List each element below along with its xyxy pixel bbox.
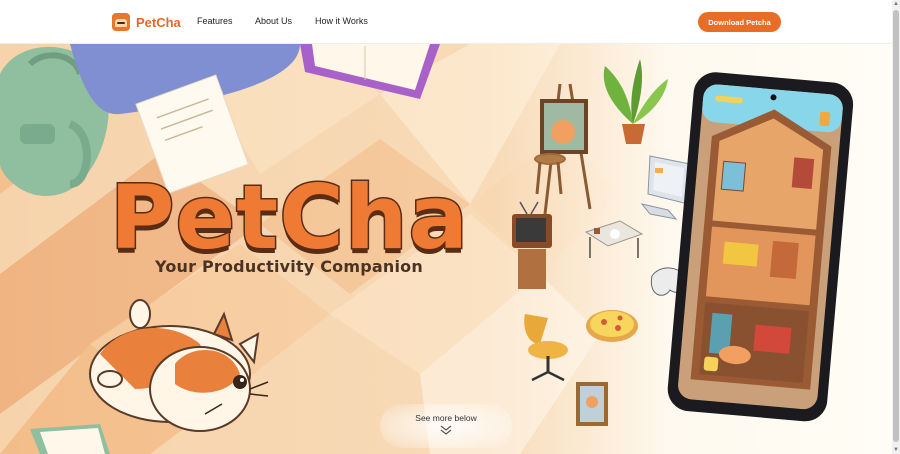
nav-link-how-it-works[interactable]: How it Works	[315, 16, 368, 26]
scroll-up-arrow-icon[interactable]: ▲	[893, 1, 899, 7]
phone-mockup	[667, 72, 854, 422]
scroll-down-arrow-icon[interactable]: ▼	[893, 447, 899, 453]
brand-name: PetCha	[136, 14, 181, 30]
download-petcha-button[interactable]: Download Petcha	[698, 12, 781, 32]
brand[interactable]: PetCha	[112, 12, 181, 32]
tv-illustration	[512, 201, 552, 289]
see-more-below-link[interactable]: See more below	[380, 404, 512, 448]
nav-link-about-us[interactable]: About Us	[255, 16, 292, 26]
see-more-label: See more below	[415, 413, 477, 423]
chevron-double-down-icon	[440, 425, 452, 435]
petcha-logo-icon	[112, 13, 130, 31]
page-scrollbar[interactable]: ▲ ▼	[892, 0, 900, 454]
hero-title: PetCha	[109, 166, 470, 269]
pizza-illustration	[586, 310, 638, 342]
framed-picture-illustration	[576, 382, 608, 426]
hero-section: PetCha Your Productivity Companion See m…	[0, 44, 892, 454]
nav-link-features[interactable]: Features	[197, 16, 233, 26]
scrollbar-thumb[interactable]	[893, 10, 899, 442]
hero-subtitle: Your Productivity Companion	[155, 257, 423, 276]
top-navigation-bar: PetCha Features About Us How it Works Do…	[0, 0, 892, 44]
